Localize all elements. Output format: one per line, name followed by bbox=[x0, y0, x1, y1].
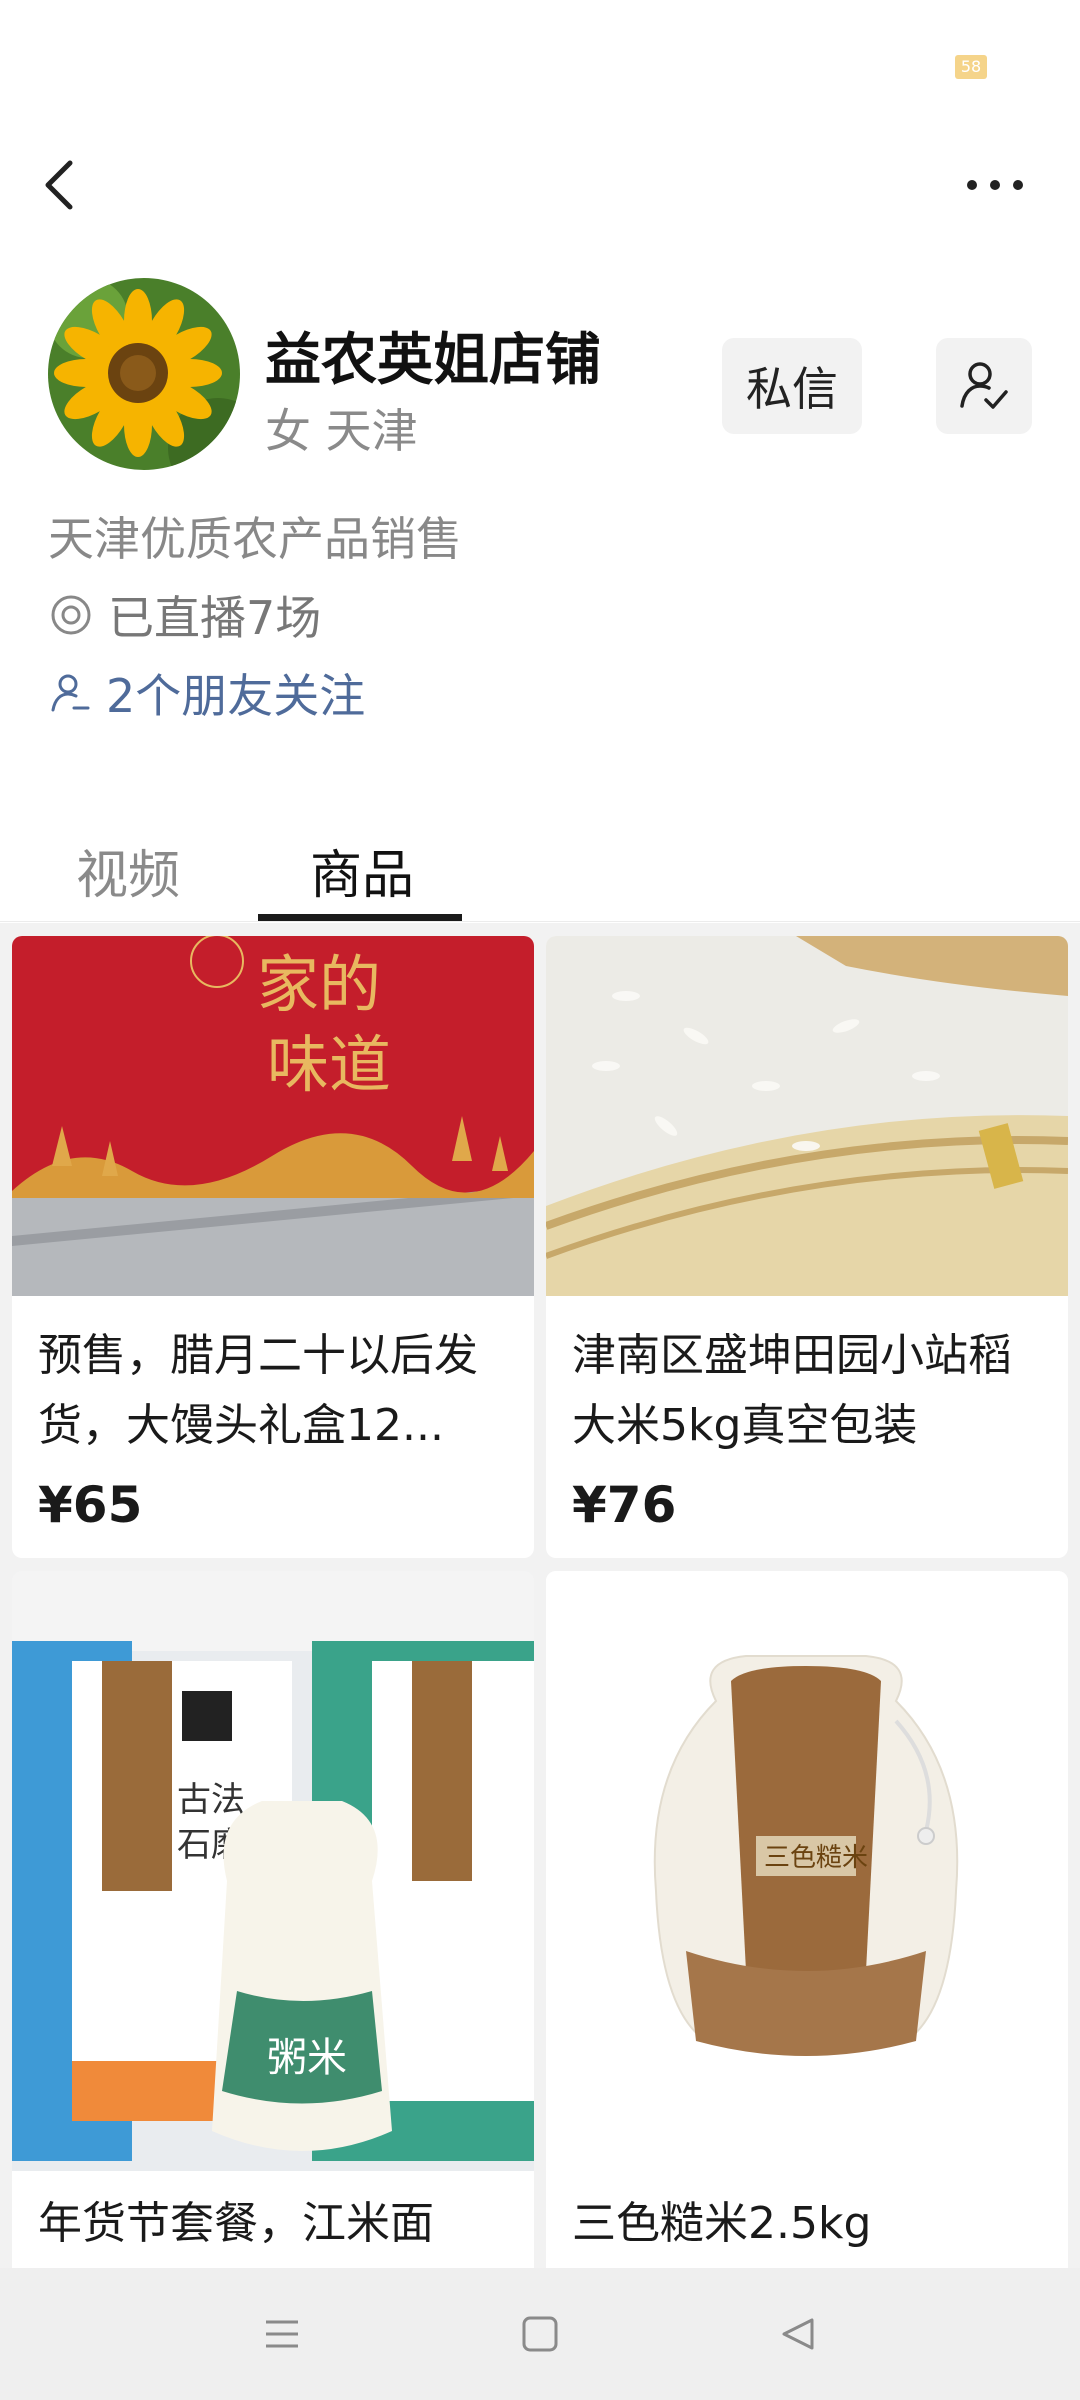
product-title: 津南区盛坤田园小站稻大米5kg真空包装 bbox=[572, 1330, 1012, 1451]
product-image-gift-set: 古法 石磨 粥米 bbox=[12, 1571, 534, 2171]
product-title: 三色糙米2.5kg bbox=[572, 2198, 872, 2249]
svg-text:三色糙米: 三色糙米 bbox=[764, 1843, 868, 1873]
message-button[interactable]: 私信 bbox=[722, 338, 862, 434]
battery-icon: 58 bbox=[955, 55, 987, 79]
friends-follow-text: 2个朋友关注 bbox=[106, 669, 366, 723]
follow-button[interactable] bbox=[936, 338, 1032, 434]
user-check-icon bbox=[960, 362, 1008, 409]
status-bar: 58 bbox=[0, 0, 1080, 120]
more-button[interactable] bbox=[950, 150, 1040, 220]
product-image-rice-bag: 三色糙米 bbox=[546, 1571, 1068, 2171]
user-icon bbox=[51, 674, 90, 712]
chevron-left-icon bbox=[45, 160, 73, 210]
shop-name: 益农英姐店铺 bbox=[265, 328, 601, 393]
shop-gender-location: 女 天津 bbox=[265, 404, 418, 458]
tab-goods[interactable]: 商品 bbox=[310, 830, 414, 922]
tab-video[interactable]: 视频 bbox=[76, 830, 180, 922]
avatar[interactable] bbox=[48, 278, 240, 470]
product-card[interactable]: 家的 味道 预售，腊月二十以后发货，大馒头礼盒12... ¥65 bbox=[12, 936, 534, 1558]
nav-back-button[interactable] bbox=[758, 2298, 838, 2370]
nav-menu-button[interactable] bbox=[242, 2298, 322, 2370]
svg-text:粥米: 粥米 bbox=[267, 2035, 347, 2081]
system-nav-bar bbox=[0, 2268, 1080, 2400]
product-title: 预售，腊月二十以后发货，大馒头礼盒12... bbox=[38, 1330, 478, 1451]
menu-icon bbox=[266, 2320, 298, 2348]
friends-follow-row[interactable]: 2个朋友关注 bbox=[48, 660, 365, 726]
product-card[interactable]: 津南区盛坤田园小站稻大米5kg真空包装 ¥76 bbox=[546, 936, 1068, 1558]
product-image-rice bbox=[546, 936, 1068, 1296]
message-button-label: 私信 bbox=[746, 362, 838, 416]
svg-text:家的: 家的 bbox=[257, 948, 381, 1021]
svg-text:古法: 古法 bbox=[177, 1780, 245, 1820]
live-count-text: 已直播7场 bbox=[108, 591, 322, 645]
nav-home-button[interactable] bbox=[500, 2298, 580, 2370]
more-dots-icon bbox=[967, 180, 1023, 190]
product-image-gift-box: 家的 味道 bbox=[12, 936, 534, 1296]
tab-active-indicator bbox=[258, 914, 462, 921]
sunflower-avatar-image bbox=[48, 278, 240, 470]
live-count-row: 已直播7场 bbox=[48, 582, 321, 648]
product-title: 年货节套餐，江米面 bbox=[38, 2198, 434, 2249]
profile-header: 益农英姐店铺 女 天津 私信 bbox=[0, 270, 1080, 500]
svg-text:味道: 味道 bbox=[267, 1028, 391, 1101]
tab-bar: 视频 商品 bbox=[0, 830, 1080, 922]
shop-description: 天津优质农产品销售 bbox=[48, 512, 462, 566]
product-price: ¥76 bbox=[572, 1476, 677, 1534]
product-grid: 家的 味道 预售，腊月二十以后发货，大馒头礼盒12... ¥65 津南区盛坤田园… bbox=[0, 923, 1080, 2268]
product-card[interactable]: 古法 石磨 粥米 年货节套餐，江米面 bbox=[12, 1571, 534, 2268]
product-card[interactable]: 三色糙米 三色糙米2.5kg bbox=[546, 1571, 1068, 2268]
product-price: ¥65 bbox=[38, 1476, 143, 1534]
triangle-back-icon bbox=[782, 2318, 814, 2350]
top-bar bbox=[0, 130, 1080, 240]
live-icon bbox=[51, 595, 91, 635]
square-icon bbox=[522, 2316, 558, 2352]
back-button[interactable] bbox=[30, 150, 90, 220]
